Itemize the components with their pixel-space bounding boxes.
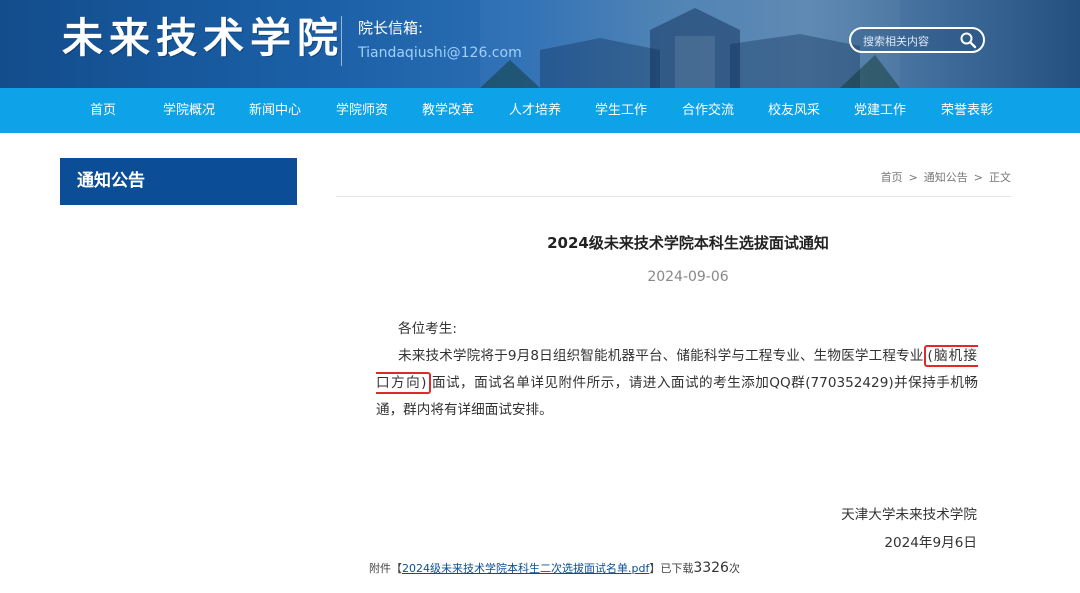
breadcrumb-separator: > bbox=[973, 171, 983, 184]
nav-item-home[interactable]: 首页 bbox=[90, 88, 116, 133]
mailbox-label: 院长信箱: bbox=[358, 19, 424, 37]
search-box bbox=[849, 27, 985, 53]
nav-item-news[interactable]: 新闻中心 bbox=[249, 88, 301, 133]
nav-item-cooperation[interactable]: 合作交流 bbox=[682, 88, 734, 133]
breadcrumb-home[interactable]: 首页 bbox=[881, 171, 903, 184]
nav-item-faculty[interactable]: 学院师资 bbox=[336, 88, 388, 133]
site-logo[interactable]: 未来技术学院 bbox=[62, 12, 344, 64]
attachment-prefix: 附件【 bbox=[369, 562, 402, 575]
body-text-before: 未来技术学院将于9月8日组织智能机器平台、储能科学与工程专业、生物医学工程专业 bbox=[398, 348, 924, 364]
main-nav: 首页 学院概况 新闻中心 学院师资 教学改革 人才培养 学生工作 合作交流 校友… bbox=[0, 88, 1080, 133]
site-header: 未来技术学院 院长信箱: Tiandaqiushi@126.com bbox=[0, 0, 1080, 88]
attachment-link[interactable]: 2024级未来技术学院本科生二次选拔面试名单.pdf bbox=[402, 562, 649, 575]
nav-item-honors[interactable]: 荣誉表彰 bbox=[941, 88, 993, 133]
download-count-unit: 次 bbox=[728, 562, 740, 575]
breadcrumb-section[interactable]: 通知公告 bbox=[924, 171, 968, 184]
signature-org: 天津大学未来技术学院 bbox=[841, 507, 977, 523]
breadcrumb-current: 正文 bbox=[989, 171, 1011, 184]
nav-item-about[interactable]: 学院概况 bbox=[163, 88, 215, 133]
download-count: 3326 bbox=[693, 560, 729, 576]
nav-item-party[interactable]: 党建工作 bbox=[854, 88, 906, 133]
article-paragraph: 未来技术学院将于9月8日组织智能机器平台、储能科学与工程专业、生物医学工程专业(… bbox=[376, 343, 979, 424]
article-body: 各位考生: 未来技术学院将于9月8日组织智能机器平台、储能科学与工程专业、生物医… bbox=[376, 316, 979, 424]
article-greeting: 各位考生: bbox=[398, 321, 457, 337]
nav-item-student-affairs[interactable]: 学生工作 bbox=[595, 88, 647, 133]
search-icon[interactable] bbox=[959, 31, 977, 49]
sidebar-title: 通知公告 bbox=[60, 158, 297, 205]
article-title: 2024级未来技术学院本科生选拔面试通知 bbox=[547, 234, 829, 252]
nav-item-teaching-reform[interactable]: 教学改革 bbox=[422, 88, 474, 133]
campus-building-image bbox=[480, 0, 900, 88]
attachment-suffix: 】已下载 bbox=[649, 562, 694, 575]
nav-item-talent[interactable]: 人才培养 bbox=[509, 88, 561, 133]
breadcrumb: 首页 > 通知公告 > 正文 bbox=[881, 170, 1011, 186]
nav-item-alumni[interactable]: 校友风采 bbox=[768, 88, 820, 133]
breadcrumb-separator: > bbox=[908, 171, 918, 184]
content-divider bbox=[336, 196, 1011, 197]
header-divider bbox=[341, 16, 342, 66]
search-input[interactable] bbox=[861, 32, 965, 50]
attachment-line: 附件【2024级未来技术学院本科生二次选拔面试名单.pdf】已下载3326次 bbox=[369, 559, 740, 578]
mailbox-email-link[interactable]: Tiandaqiushi@126.com bbox=[358, 43, 522, 63]
signature-date: 2024年9月6日 bbox=[884, 535, 977, 551]
article-date: 2024-09-06 bbox=[647, 269, 729, 285]
body-text-after: 面试，面试名单详见附件所示，请进入面试的考生添加QQ群(770352429)并保… bbox=[376, 375, 979, 418]
